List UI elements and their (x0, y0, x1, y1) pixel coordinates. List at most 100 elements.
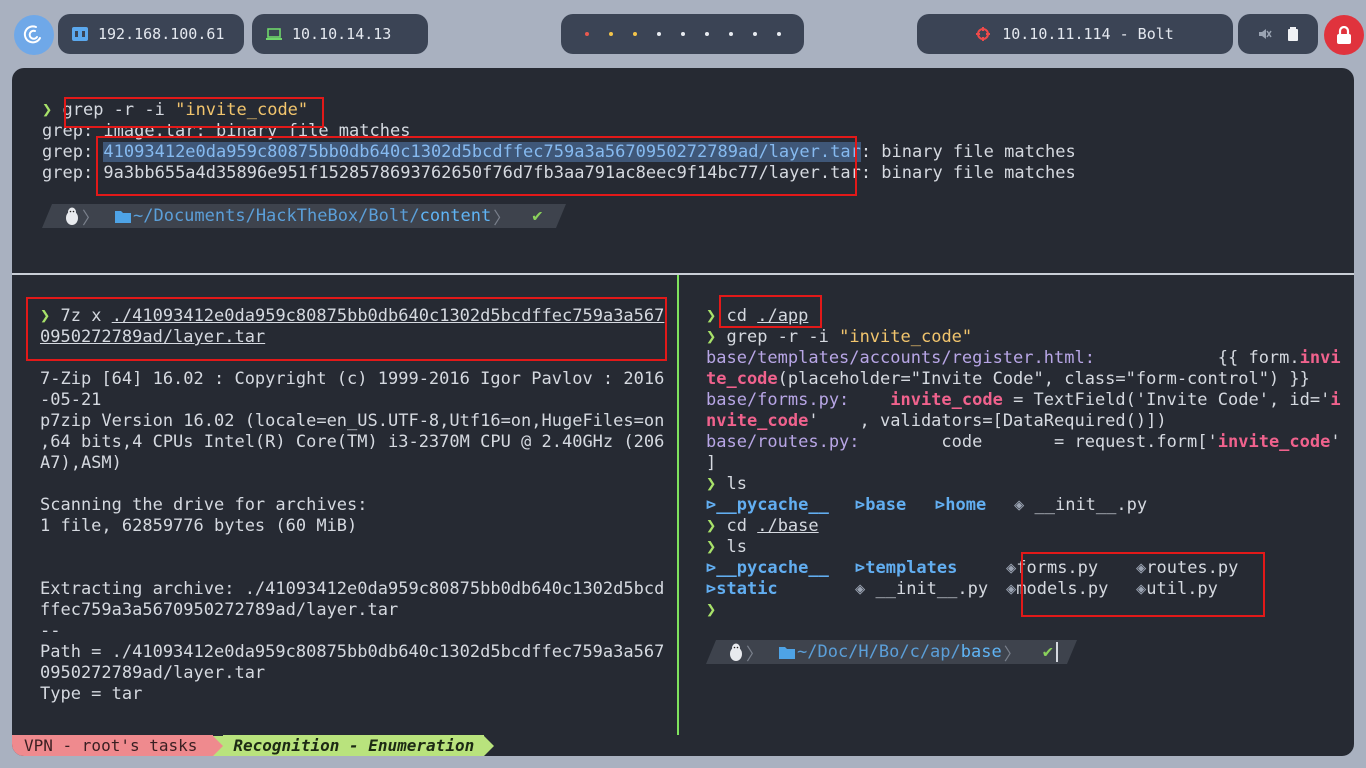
lock-button[interactable] (1324, 15, 1364, 55)
tux-icon (66, 207, 78, 225)
clipboard-icon[interactable] (1287, 27, 1299, 41)
left-out-line: 7-Zip [64] 16.02 : Copyright (c) 1999-20… (40, 369, 665, 389)
ls-entry-dir: ⊳static (706, 579, 778, 600)
cmd-text: ls (726, 474, 747, 494)
powerline-cap (42, 204, 52, 228)
python-icon: ◈ (1006, 558, 1017, 578)
grep-match: invite_code (1217, 432, 1331, 452)
chevron-right-icon: 〉 (493, 208, 511, 229)
active-window-name[interactable]: Recognition - Enumeration (223, 735, 485, 756)
terminal-cursor[interactable] (1056, 642, 1058, 662)
mute-icon[interactable] (1258, 27, 1272, 41)
left-out-line: A7),ASM) (40, 453, 122, 473)
left-out-line: -- (40, 621, 61, 641)
prompt-arrow: ❯ (706, 474, 717, 494)
prompt-arrow: ❯ (706, 327, 717, 347)
host-ip-pill[interactable]: 192.168.100.61 (58, 14, 244, 54)
left-out-line: p7zip Version 16.02 (locale=en_US.UTF-8,… (40, 411, 665, 431)
ls-entry-dir: ⊳__pycache__ (706, 558, 829, 579)
workspace-dot-1[interactable] (584, 32, 589, 36)
grep-text: ' (1330, 432, 1341, 452)
out-prefix: grep: (42, 163, 104, 183)
debian-swirl-icon (23, 25, 41, 44)
ls-dir-name: __pycache__ (716, 495, 829, 515)
cmd-arg: ./base (757, 516, 819, 536)
session-name[interactable]: VPN - root's tasks (12, 735, 214, 756)
left-out-line: Path = ./41093412e0da959c80875bb0db640c1… (40, 642, 665, 662)
lock-icon (1337, 26, 1351, 44)
tux-segment: 〉 (716, 640, 769, 665)
checkmark-icon: ✔ (1042, 642, 1053, 662)
ls-dir-name: base (865, 495, 907, 515)
ls-dir-name: __pycache__ (716, 558, 829, 578)
grep-match: nvite_code (706, 411, 809, 431)
host-ip-label: 192.168.100.61 (98, 25, 225, 43)
workspace-dot-2[interactable] (608, 32, 613, 36)
tux-segment: 〉 (52, 204, 105, 229)
left-out-line: -05-21 (40, 390, 102, 410)
grep-result-1-cont: te_code(placeholder="Invite Code", class… (706, 369, 1310, 390)
workspace-dot-9[interactable] (776, 32, 781, 36)
ls-entry-file: ◈ __init__.py (855, 579, 988, 600)
chevron-right-icon: 〉 (746, 644, 763, 665)
ls-dir-name: templates (865, 558, 958, 578)
ls-entry-dir: ⊳home (935, 495, 986, 516)
right-grep-cmd: ❯ grep -r -i "invite_code" (706, 327, 972, 348)
right-ls-2: ❯ ls (706, 537, 747, 558)
folder-icon: ⊳ (935, 495, 946, 515)
folder-icon: ⊳ (855, 495, 866, 515)
status-ok-segment: ✔ (522, 204, 557, 228)
vpn-ip-label: 10.10.14.13 (292, 25, 392, 43)
target-pill[interactable]: 10.10.11.114 - Bolt (917, 14, 1233, 54)
cmd-text: cd (726, 516, 758, 536)
pane-divider-horizontal[interactable] (12, 273, 1354, 275)
ls-entry-dir: ⊳__pycache__ (706, 495, 829, 516)
vpn-ip-pill[interactable]: 10.10.14.13 (252, 14, 428, 54)
highlight-layer-paths (96, 136, 857, 196)
grep-file: base/templates/accounts/register.html: (706, 348, 1095, 368)
workspace-dot-5[interactable] (680, 32, 685, 36)
cmd-arg: "invite_code" (839, 327, 973, 347)
pane-divider-vertical[interactable] (677, 275, 679, 735)
right-cd-base: ❯ cd ./base (706, 516, 819, 537)
workspace-dot-8[interactable] (752, 32, 757, 36)
grep-text: ' , validators=[DataRequired()]) (808, 411, 1167, 431)
terminal-window[interactable]: ❯ grep -r -i "invite_code" grep: image.t… (12, 68, 1354, 756)
path-segment: ~/Doc/H/Bo/c/ap/base 〉 (769, 640, 1033, 665)
ls-file-name: __init__.py (875, 579, 989, 599)
python-icon: ◈ (1014, 495, 1025, 515)
debian-logo-button[interactable] (14, 15, 54, 55)
ls-entry-dir: ⊳base (855, 495, 906, 516)
ls-entry-dir: ⊳templates (855, 558, 957, 579)
path-text: ~/Documents/HackTheBox/Bolt/ (133, 206, 420, 226)
left-out-line: Extracting archive: ./41093412e0da959c80… (40, 579, 665, 599)
ls-file-name: __init__.py (1034, 495, 1148, 515)
grep-match: te_code (706, 369, 778, 389)
powerline-separator (484, 735, 495, 756)
out-prefix: grep: (42, 142, 104, 162)
highlight-cd-app (719, 295, 822, 328)
folder-open-icon (779, 646, 795, 659)
grep-match: invi (1299, 348, 1341, 368)
out-suffix: : binary file matches (860, 163, 1076, 183)
target-label: 10.10.11.114 - Bolt (1002, 25, 1174, 43)
crosshair-icon (976, 27, 991, 41)
workspace-dot-3[interactable] (632, 32, 637, 36)
workspace-dot-6[interactable] (704, 32, 709, 36)
path-current-dir: content (419, 206, 492, 226)
grep-result-2: base/forms.py: invite_code = TextField('… (706, 390, 1341, 411)
laptop-icon (266, 28, 282, 40)
prompt-arrow: ❯ (706, 516, 717, 536)
status-ok-segment: ✔ (1032, 640, 1067, 664)
out-suffix: : binary file matches (860, 142, 1076, 162)
grep-result-3-cont: ] (706, 453, 717, 473)
folder-icon: ⊳ (706, 495, 717, 515)
cmd-text: grep -r -i (726, 327, 840, 347)
workspace-dot-7[interactable] (728, 32, 733, 36)
grep-result-2-cont: nvite_code' , validators=[DataRequired()… (706, 411, 1167, 432)
ls-dir-name: static (716, 579, 778, 599)
prompt-arrow: ❯ (42, 100, 53, 120)
workspace-dot-4[interactable] (656, 32, 661, 36)
highlight-py-files (1021, 552, 1265, 617)
ls-dir-name: home (945, 495, 987, 515)
